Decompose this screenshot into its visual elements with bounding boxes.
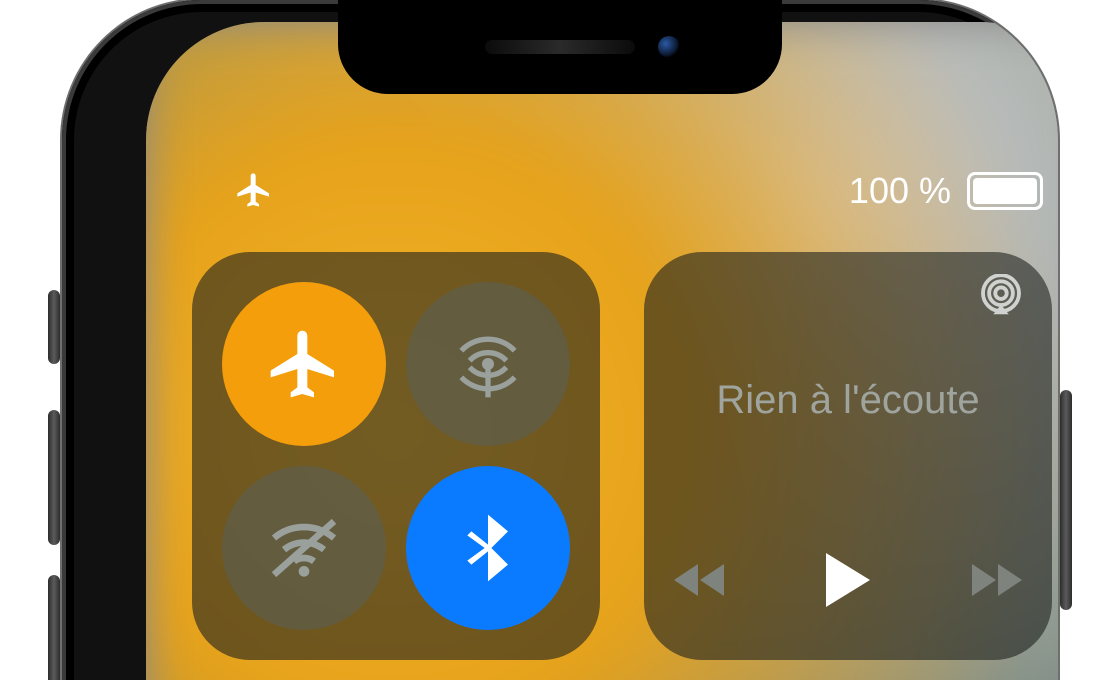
- now-playing-label: Rien à l'écoute: [644, 378, 1052, 423]
- airplane-mode-toggle[interactable]: [222, 282, 386, 446]
- volume-up-button[interactable]: [48, 410, 60, 545]
- playback-controls: [644, 551, 1052, 614]
- phone-frame: 100 %: [62, 0, 1058, 680]
- mute-switch[interactable]: [48, 290, 60, 364]
- volume-down-button[interactable]: [48, 575, 60, 680]
- wifi-toggle[interactable]: [222, 466, 386, 630]
- front-camera: [658, 36, 680, 58]
- battery-indicator: 100 %: [849, 170, 1058, 212]
- screen: 100 %: [146, 22, 1058, 680]
- notch: [340, 0, 780, 92]
- next-track-button[interactable]: [964, 558, 1026, 607]
- cellular-data-toggle[interactable]: [406, 282, 570, 446]
- play-button[interactable]: [822, 551, 874, 614]
- power-button[interactable]: [1060, 390, 1072, 610]
- earpiece-speaker: [485, 40, 635, 54]
- bluetooth-toggle[interactable]: [406, 466, 570, 630]
- music-panel[interactable]: Rien à l'écoute: [644, 252, 1052, 660]
- previous-track-button[interactable]: [670, 558, 732, 607]
- airplane-icon: [234, 170, 274, 215]
- connectivity-panel[interactable]: [192, 252, 600, 660]
- battery-icon: [967, 172, 1043, 210]
- airplay-icon[interactable]: [978, 274, 1024, 325]
- stage: 100 %: [0, 0, 1120, 680]
- battery-percentage: 100 %: [849, 170, 951, 212]
